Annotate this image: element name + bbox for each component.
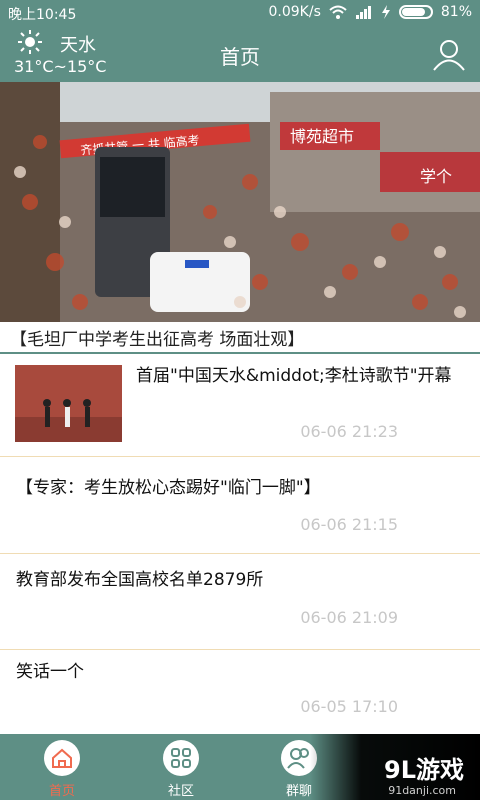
battery-icon: [398, 5, 433, 19]
status-bar: 晚上10:45 0.09K/s 81%: [0, 0, 480, 26]
news-headline: 【专家：考生放松心态踢好"临门一脚"】: [16, 478, 321, 498]
banner-caption[interactable]: 【毛坦厂中学考生出征高考 场面壮观】: [0, 322, 480, 354]
page-title: 首页: [220, 45, 260, 69]
user-profile-icon[interactable]: [432, 37, 466, 71]
wifi-icon: [329, 5, 347, 19]
news-list: 首届"中国天水&middot;李杜诗歌节"开幕 06-06 21:23 【专家：…: [0, 354, 480, 735]
news-time: 06-06 21:23: [300, 422, 398, 441]
app-header: 天水 31°C~15°C 首页: [0, 26, 480, 82]
news-headline: 首届"中国天水&middot;李杜诗歌节"开幕: [136, 366, 452, 386]
tab-home[interactable]: 首页: [14, 734, 110, 800]
home-icon: [52, 748, 72, 768]
watermark-url: 91danji.com: [388, 784, 456, 797]
crowd-photo: 博苑超市 学个 齐抓共管 一 共 临高考: [0, 82, 480, 322]
watermark-logo: 9L游戏: [384, 756, 464, 784]
charging-icon: [381, 5, 390, 19]
news-headline: 笑话一个: [16, 662, 84, 682]
news-time: 06-05 17:10: [300, 697, 398, 716]
shop-sign-text: 博苑超市: [290, 127, 354, 146]
tab-label: 社区: [167, 784, 194, 799]
tab-community[interactable]: 社区: [133, 734, 229, 800]
news-headline: 教育部发布全国高校名单2879所: [16, 570, 264, 590]
banner-image[interactable]: 博苑超市 学个 齐抓共管 一 共 临高考: [0, 82, 480, 322]
news-item[interactable]: 笑话一个 06-05 17:10: [0, 650, 480, 735]
news-thumbnail: [15, 365, 122, 442]
battery-percent: 81%: [440, 4, 472, 20]
tab-label: 首页: [48, 784, 75, 799]
watermark: 9L游戏 91danji.com: [310, 734, 480, 800]
signal-icon: [355, 6, 371, 19]
network-speed: 0.09K/s: [268, 4, 321, 20]
news-item[interactable]: 教育部发布全国高校名单2879所 06-06 21:09: [0, 554, 480, 650]
grid-icon: [171, 748, 191, 768]
news-time: 06-06 21:15: [300, 515, 398, 534]
news-item[interactable]: 首届"中国天水&middot;李杜诗歌节"开幕 06-06 21:23: [0, 354, 480, 457]
shop-sign-text-2: 学个: [420, 167, 452, 186]
news-time: 06-06 21:09: [300, 608, 398, 627]
status-time: 晚上10:45: [8, 7, 77, 23]
status-right: 0.09K/s 81%: [269, 4, 473, 20]
news-item[interactable]: 【专家：考生放松心态踢好"临门一脚"】 06-06 21:15: [0, 457, 480, 554]
